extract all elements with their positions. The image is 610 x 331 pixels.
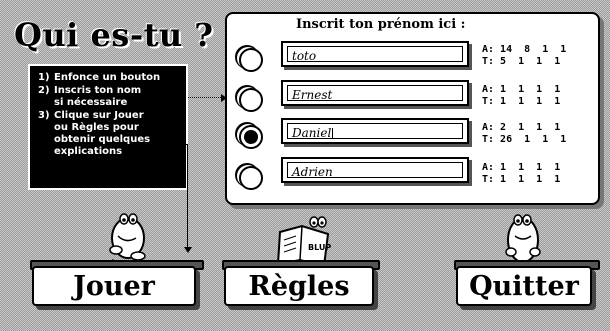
player-name-input[interactable]: toto	[287, 46, 463, 62]
step-number: 2)	[38, 85, 50, 96]
player-scores: A: 14 8 1 1 T: 5 1 1 1	[482, 44, 566, 68]
player-name-field[interactable]: toto	[281, 41, 469, 67]
player-name-field[interactable]: Adrien	[281, 157, 469, 183]
arrow-to-buttons-line	[188, 97, 225, 99]
step-number: 1)	[38, 72, 50, 83]
score-t: T: 26 1 1 1	[482, 134, 567, 145]
step-text: Clique sur Jouer ou Règles pour obtenir …	[54, 110, 151, 157]
jouer-button[interactable]: Jouer	[32, 266, 196, 306]
instruction-step: 3) Clique sur Jouer ou Règles pour obten…	[38, 110, 178, 158]
step-number: 3)	[38, 110, 50, 121]
panel-header: Inscrit ton prénom ici :	[296, 17, 466, 32]
player-name-field[interactable]: Ernest	[281, 80, 469, 106]
arrow-down-line	[187, 144, 188, 248]
step-text: Enfonce un bouton	[54, 72, 161, 83]
step-text: Inscris ton nom si nécessaire	[54, 85, 142, 108]
player-radio-button[interactable]	[239, 125, 263, 149]
regles-button[interactable]: Règles	[224, 266, 374, 306]
score-a: A: 1 1 1 1	[482, 162, 561, 173]
score-a: A: 14 8 1 1	[482, 44, 567, 55]
instruction-step: 2) Inscris ton nom si nécessaire	[38, 85, 178, 109]
score-a: A: 2 1 1 1	[482, 122, 561, 133]
mascot-reading-illustration: BLUP	[276, 216, 331, 268]
player-scores: A: 1 1 1 1 T: 1 1 1 1	[482, 162, 560, 186]
quitter-button[interactable]: Quitter	[456, 266, 592, 306]
player-radio-button[interactable]	[239, 88, 263, 112]
page-title: Qui es-tu ?	[14, 16, 214, 54]
player-name-field[interactable]: Daniel	[281, 118, 469, 144]
arrow-down-icon	[184, 247, 192, 253]
book-label: BLUP	[308, 243, 331, 252]
player-name-input[interactable]: Ernest	[287, 85, 463, 101]
mascot-illustration	[505, 214, 541, 263]
score-t: T: 1 1 1 1	[482, 174, 561, 185]
player-name-input[interactable]: Daniel	[287, 123, 463, 139]
player-name-input[interactable]: Adrien	[287, 162, 463, 178]
score-t: T: 1 1 1 1	[482, 96, 561, 107]
mascot-illustration	[109, 213, 146, 266]
player-scores: A: 2 1 1 1 T: 26 1 1 1	[482, 122, 566, 146]
score-a: A: 1 1 1 1	[482, 84, 561, 95]
player-scores: A: 1 1 1 1 T: 1 1 1 1	[482, 84, 560, 108]
player-radio-button[interactable]	[239, 48, 263, 72]
instruction-step: 1) Enfonce un bouton	[38, 72, 178, 84]
instructions-box: 1) Enfonce un bouton 2) Inscris ton nom …	[28, 64, 188, 190]
player-radio-button[interactable]	[239, 166, 263, 190]
score-t: T: 5 1 1 1	[482, 56, 561, 67]
